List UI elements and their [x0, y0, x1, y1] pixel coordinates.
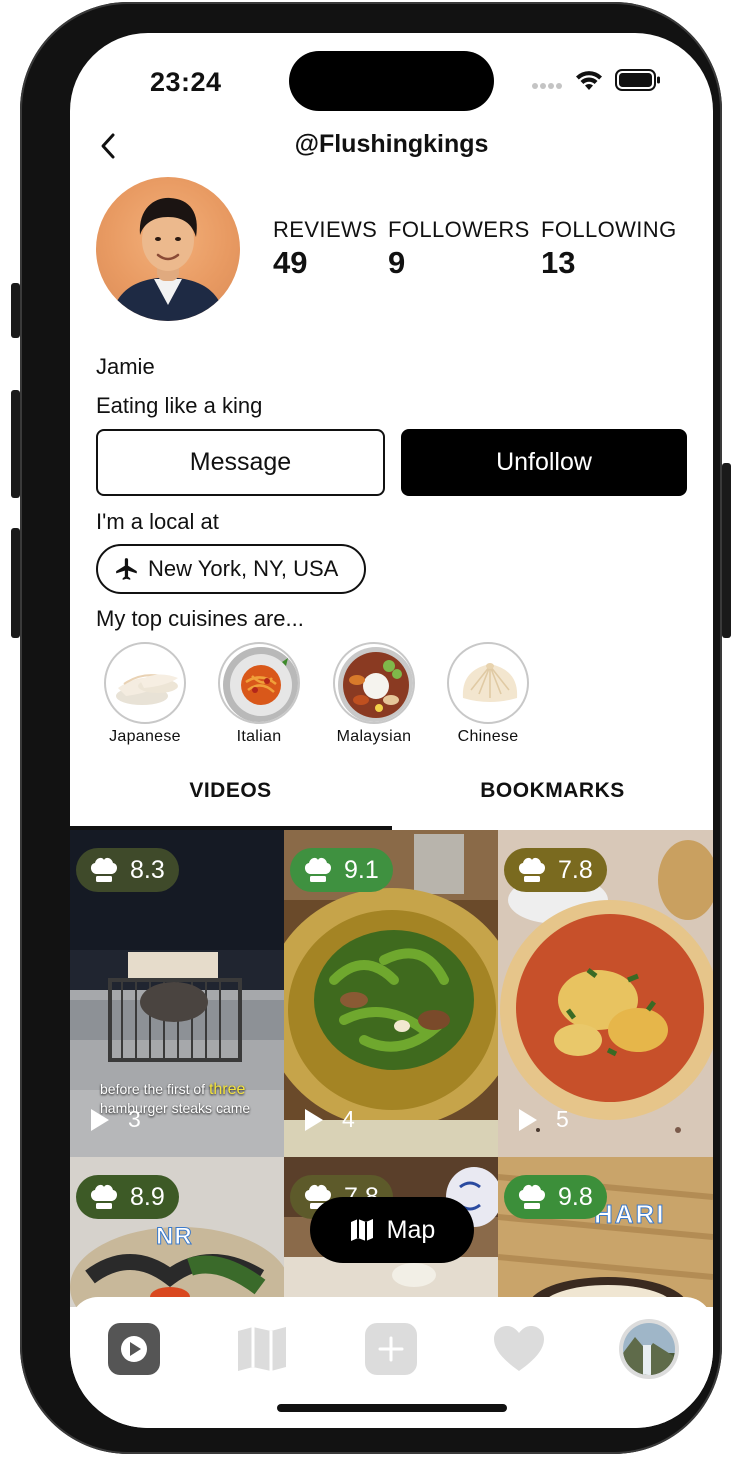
- cuisine-label: Italian: [236, 728, 282, 745]
- play-icon: [305, 1108, 323, 1131]
- profile-handle: @Flushingkings: [294, 130, 489, 158]
- home-indicator[interactable]: [277, 1404, 507, 1412]
- rating-badge: 7.8: [504, 848, 607, 892]
- map-icon: [350, 1219, 373, 1241]
- play-count-value: 5: [556, 1106, 569, 1132]
- power-button[interactable]: [722, 463, 731, 638]
- rating-value: 9.8: [558, 1182, 593, 1211]
- cuisine-malaysian[interactable]: Malaysian: [319, 642, 429, 746]
- chef-hat-icon: [90, 857, 118, 882]
- cuisines-label: My top cuisines are...: [96, 606, 304, 631]
- play-count: 5: [518, 1106, 569, 1133]
- play-icon: [519, 1108, 537, 1131]
- caption-text: before the first of: [100, 1081, 209, 1097]
- rating-value: 8.3: [130, 855, 165, 884]
- play-count-value: 3: [128, 1106, 141, 1132]
- rating-badge: 8.9: [76, 1175, 179, 1219]
- chef-hat-icon: [518, 1184, 546, 1209]
- video-tile-2[interactable]: 9.1 4: [284, 830, 498, 1157]
- followers-label: FOLLOWERS: [388, 217, 530, 242]
- bao-icon: [447, 642, 529, 724]
- cuisine-italian[interactable]: Italian: [204, 642, 314, 746]
- video-sticker: NR: [156, 1223, 193, 1251]
- profile-name: Jamie: [96, 354, 155, 379]
- play-count-value: 4: [342, 1106, 355, 1132]
- pasta-icon: [218, 642, 300, 724]
- map-button[interactable]: Map: [310, 1197, 474, 1263]
- profile-avatar: [623, 1323, 675, 1375]
- rating-badge: 9.8: [504, 1175, 607, 1219]
- cuisine-chinese[interactable]: Chinese: [433, 642, 543, 746]
- nav-heart-icon[interactable]: [492, 1325, 546, 1373]
- battery-icon: [615, 69, 660, 91]
- map-button-label: Map: [386, 1215, 436, 1244]
- airplane-icon: [116, 558, 137, 580]
- following-label: FOLLOWING: [541, 217, 677, 242]
- status-time: 23:24: [150, 67, 222, 97]
- video-tile-3[interactable]: 7.8 5: [498, 830, 713, 1157]
- tab-videos[interactable]: VIDEOS: [70, 779, 391, 803]
- caption-highlight: three: [208, 1081, 246, 1098]
- rating-badge: 9.1: [290, 848, 393, 892]
- chef-hat-icon: [304, 857, 332, 882]
- rating-value: 7.8: [558, 855, 593, 884]
- nav-profile-avatar[interactable]: [619, 1319, 679, 1379]
- local-label: I'm a local at: [96, 509, 219, 534]
- rating-badge: 8.3: [76, 848, 179, 892]
- play-icon: [91, 1108, 109, 1131]
- chef-hat-icon: [90, 1184, 118, 1209]
- video-tile-6[interactable]: HARI 9.8: [498, 1157, 713, 1307]
- cellular-signal-icon: [532, 83, 564, 91]
- phone-frame: 23:24 @Flushingkings REVIEWS 49 FOLLOWER…: [20, 2, 722, 1454]
- nav-videos-tab[interactable]: [108, 1323, 160, 1375]
- screen: 23:24 @Flushingkings REVIEWS 49 FOLLOWER…: [70, 33, 713, 1428]
- plus-icon: [378, 1336, 404, 1362]
- following-count[interactable]: 13: [541, 245, 575, 281]
- video-tile-4[interactable]: NR 8.9: [70, 1157, 284, 1307]
- dynamic-island: [289, 51, 494, 111]
- rating-value: 8.9: [130, 1182, 165, 1211]
- reviews-count[interactable]: 49: [273, 245, 307, 281]
- message-button[interactable]: Message: [96, 429, 385, 496]
- wifi-icon: [576, 71, 602, 90]
- cuisine-japanese[interactable]: Japanese: [90, 642, 200, 746]
- play-count: 4: [304, 1106, 355, 1133]
- tab-bookmarks[interactable]: BOOKMARKS: [392, 779, 713, 803]
- cuisine-label: Chinese: [457, 728, 519, 745]
- unfollow-button[interactable]: Unfollow: [401, 429, 687, 496]
- cuisine-label: Japanese: [109, 728, 181, 745]
- followers-count[interactable]: 9: [388, 245, 405, 281]
- nav-map-icon[interactable]: [236, 1325, 288, 1373]
- play-count: 3: [90, 1106, 141, 1133]
- rating-value: 9.1: [344, 855, 379, 884]
- reviews-label: REVIEWS: [273, 217, 378, 242]
- profile-bio: Eating like a king: [96, 393, 263, 418]
- location-chip[interactable]: New York, NY, USA: [96, 544, 366, 594]
- play-icon: [121, 1336, 147, 1362]
- location-text: New York, NY, USA: [148, 556, 339, 581]
- chef-hat-icon: [518, 857, 546, 882]
- volume-up-button[interactable]: [11, 390, 20, 498]
- sushi-icon: [104, 642, 186, 724]
- action-button[interactable]: [11, 283, 20, 338]
- nav-add-button[interactable]: [365, 1323, 417, 1375]
- profile-avatar: [96, 177, 240, 321]
- video-tile-1[interactable]: 8.3 before the first of three hamburger …: [70, 830, 284, 1157]
- cuisine-label: Malaysian: [336, 728, 412, 745]
- volume-down-button[interactable]: [11, 528, 20, 638]
- nasi-lemak-icon: [333, 642, 415, 724]
